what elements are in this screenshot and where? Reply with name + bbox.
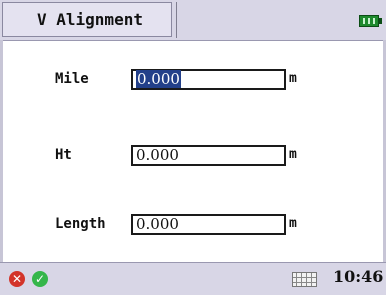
mile-input[interactable]: 0.000: [131, 69, 286, 90]
title-divider: [176, 2, 177, 38]
keyboard-icon[interactable]: [292, 272, 317, 287]
cancel-icon[interactable]: ✕: [9, 271, 25, 287]
mile-label: Mile: [55, 71, 89, 87]
ok-icon[interactable]: ✓: [32, 271, 48, 287]
ht-value: 0.000: [136, 146, 179, 164]
ht-unit: m: [289, 147, 297, 162]
window-title: V Alignment: [2, 2, 172, 37]
length-value: 0.000: [136, 215, 179, 233]
length-unit: m: [289, 216, 297, 231]
mile-value: 0.000: [136, 70, 181, 88]
title-bar: V Alignment: [0, 0, 386, 41]
length-input[interactable]: 0.000: [131, 214, 286, 235]
clock: 10:46: [333, 267, 384, 286]
frame-left: [0, 40, 3, 262]
battery-icon: [359, 15, 382, 27]
length-label: Length: [55, 216, 106, 232]
mile-unit: m: [289, 71, 297, 86]
taskbar: ✕ ✓ 10:46: [0, 262, 386, 295]
ht-label: Ht: [55, 147, 72, 163]
ht-input[interactable]: 0.000: [131, 145, 286, 166]
